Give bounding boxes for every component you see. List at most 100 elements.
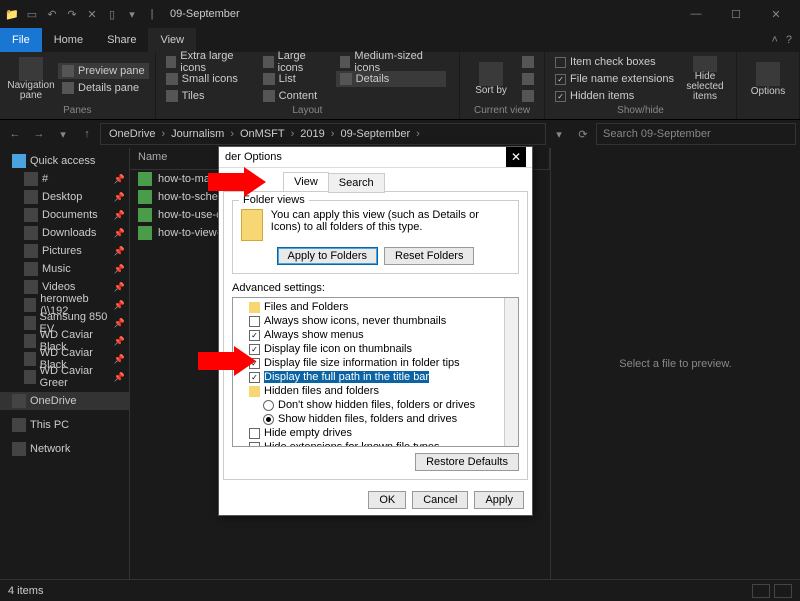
tab-search[interactable]: Search [328,173,385,193]
nav-item[interactable]: OneDrive [0,392,129,410]
delete-icon[interactable]: ✕ [84,6,100,22]
options-button[interactable]: Options [743,54,793,104]
nav-item[interactable]: This PC [0,416,129,434]
size-columns-icon[interactable] [518,88,538,104]
properties-icon[interactable]: ▭ [24,6,40,22]
content-button[interactable]: Content [259,88,334,104]
nav-item[interactable]: #📌 [0,170,129,188]
nav-item[interactable]: Network [0,440,129,458]
advanced-tree-item[interactable]: Always show icons, never thumbnails [235,314,516,328]
advanced-tree-item[interactable]: Hidden files and folders [235,384,516,398]
nav-pane: Quick access#📌Desktop📌Documents📌Download… [0,148,130,579]
item-checkboxes-toggle[interactable]: Item check boxes [551,54,678,70]
advanced-tree-item[interactable]: Files and Folders [235,300,516,314]
group-by-icon[interactable] [518,54,538,70]
help-icon[interactable]: ? [786,34,792,46]
extra-large-icons-button[interactable]: Extra large icons [162,54,257,70]
apply-button[interactable]: Apply [474,491,524,509]
chevron-right-icon[interactable]: › [230,128,234,140]
tiles-button[interactable]: Tiles [162,88,257,104]
breadcrumb-segment[interactable]: Journalism [167,126,228,142]
maximize-button[interactable]: ☐ [716,0,756,28]
advanced-tree-item[interactable]: Display file icon on thumbnails [235,342,516,356]
add-columns-icon[interactable] [518,71,538,87]
redo-icon[interactable]: ↷ [64,6,80,22]
list-button[interactable]: List [259,71,334,87]
nav-item[interactable]: WD Caviar Greer📌 [0,368,129,386]
search-input[interactable]: Search 09-September [596,123,796,145]
chevron-right-icon[interactable]: › [291,128,295,140]
breadcrumb-segment[interactable]: 09-September [336,126,414,142]
nav-item[interactable]: Downloads📌 [0,224,129,242]
medium-icons-button[interactable]: Medium-sized icons [336,54,446,70]
nav-item[interactable]: Pictures📌 [0,242,129,260]
nav-pane-button[interactable]: Navigation pane [6,54,56,104]
hide-selected-button[interactable]: Hide selected items [680,54,730,104]
cancel-button[interactable]: Cancel [412,491,468,509]
reset-folders-button[interactable]: Reset Folders [384,247,474,265]
dropdown-icon[interactable]: ▾ [124,6,140,22]
pin-icon: 📌 [114,210,125,221]
view-tab[interactable]: View [148,28,196,52]
advanced-tree-item[interactable]: Display the full path in the title bar [235,370,516,384]
rename-icon[interactable]: ▯ [104,6,120,22]
chevron-right-icon[interactable]: › [331,128,335,140]
nav-item[interactable]: Music📌 [0,260,129,278]
restore-defaults-button[interactable]: Restore Defaults [415,453,519,471]
breadcrumb-segment[interactable]: OnMSFT [236,126,289,142]
advanced-tree-item[interactable]: Display file size information in folder … [235,356,516,370]
checkbox[interactable] [249,442,260,448]
share-tab[interactable]: Share [95,28,148,52]
large-icons-button[interactable]: Large icons [259,54,334,70]
home-tab[interactable]: Home [42,28,95,52]
small-icons-button[interactable]: Small icons [162,71,257,87]
icons-view-button[interactable] [774,584,792,598]
file-tab[interactable]: File [0,28,42,52]
dialog-close-button[interactable]: ✕ [506,147,526,167]
radio[interactable] [263,414,274,425]
advanced-tree-item[interactable]: Don't show hidden files, folders or driv… [235,398,516,412]
nav-item[interactable]: Quick access [0,152,129,170]
chevron-right-icon[interactable]: › [161,128,165,140]
minimize-button[interactable]: — [676,0,716,28]
apply-to-folders-button[interactable]: Apply to Folders [277,247,378,265]
back-button[interactable]: ← [4,123,26,145]
sort-by-button[interactable]: Sort by [466,54,516,104]
recent-dropdown[interactable]: ▾ [52,123,74,145]
collapse-ribbon-icon[interactable]: ˄ [771,34,777,46]
nav-icon [24,280,38,294]
preview-pane-button[interactable]: Preview pane [58,63,149,79]
breadcrumb-dropdown[interactable]: ▾ [548,123,570,145]
advanced-scrollbar[interactable] [504,298,518,446]
undo-icon[interactable]: ↶ [44,6,60,22]
breadcrumb-segment[interactable]: OneDrive [105,126,159,142]
hidden-items-toggle[interactable]: Hidden items [551,88,678,104]
checkbox[interactable] [249,330,260,341]
details-view-button[interactable] [752,584,770,598]
nav-item[interactable]: Documents📌 [0,206,129,224]
close-button[interactable]: ✕ [756,0,796,28]
chevron-right-icon[interactable]: › [416,128,420,140]
advanced-tree-item[interactable]: Hide empty drives [235,426,516,440]
pin-icon: 📌 [114,264,125,275]
details-button[interactable]: Details [336,71,446,87]
details-pane-button[interactable]: Details pane [58,80,149,96]
file-extensions-toggle[interactable]: File name extensions [551,71,678,87]
nav-item[interactable]: Desktop📌 [0,188,129,206]
breadcrumb-segment[interactable]: 2019 [296,126,328,142]
pin-icon: 📌 [114,246,125,257]
radio[interactable] [263,400,274,411]
checkbox[interactable] [249,428,260,439]
show-hide-group: Item check boxes File name extensions Hi… [545,52,737,119]
advanced-tree-item[interactable]: Always show menus [235,328,516,342]
dialog-titlebar[interactable]: der Options ✕ [219,147,532,168]
advanced-tree-item[interactable]: Hide extensions for known file types [235,440,516,447]
up-button[interactable]: ↑ [76,123,98,145]
tab-view[interactable]: View [283,172,329,192]
advanced-tree-item[interactable]: Show hidden files, folders and drives [235,412,516,426]
refresh-button[interactable]: ⟳ [572,123,594,145]
breadcrumb[interactable]: OneDrive›Journalism›OnMSFT›2019›09-Septe… [100,123,546,145]
forward-button[interactable]: → [28,123,50,145]
ok-button[interactable]: OK [368,491,406,509]
checkbox[interactable] [249,316,260,327]
